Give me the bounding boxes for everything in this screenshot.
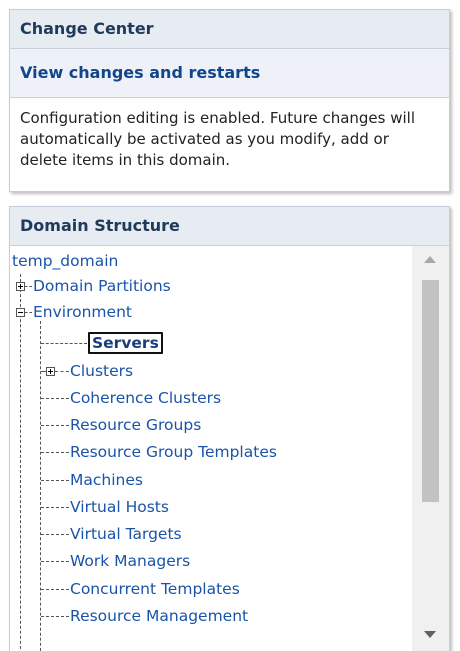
scrollbar-thumb[interactable] xyxy=(422,280,439,502)
tree-item-environment[interactable]: Environment xyxy=(33,303,132,321)
domain-structure-title: Domain Structure xyxy=(10,207,449,246)
tree-item-virtual-hosts[interactable]: Virtual Hosts xyxy=(70,498,169,516)
change-center-message: Configuration editing is enabled. Future… xyxy=(20,109,416,169)
expand-plus-icon[interactable] xyxy=(16,282,25,291)
tree-connector xyxy=(20,274,21,651)
view-changes-link[interactable]: View changes and restarts xyxy=(20,63,260,82)
tree-item-resource-groups[interactable]: Resource Groups xyxy=(70,416,201,434)
tree-item-work-managers[interactable]: Work Managers xyxy=(70,552,190,570)
change-center-panel: Change Center View changes and restarts … xyxy=(9,9,450,192)
tree-root-temp-domain[interactable]: temp_domain xyxy=(12,252,118,270)
scroll-up-arrow-icon[interactable] xyxy=(412,246,449,274)
tree-item-resource-group-templates[interactable]: Resource Group Templates xyxy=(70,443,277,461)
tree-item-coherence-clusters[interactable]: Coherence Clusters xyxy=(70,389,221,407)
tree-item-clusters[interactable]: Clusters xyxy=(70,362,133,380)
domain-tree: temp_domain Domain Partitions Environmen… xyxy=(10,246,415,651)
domain-structure-panel: Domain Structure temp_domain Domain Part… xyxy=(9,206,450,651)
tree-item-virtual-targets[interactable]: Virtual Targets xyxy=(70,525,182,543)
tree-item-concurrent-templates[interactable]: Concurrent Templates xyxy=(70,580,240,598)
tree-scrollbar[interactable] xyxy=(412,246,449,651)
expand-plus-icon[interactable] xyxy=(46,367,55,376)
change-center-link-row: View changes and restarts xyxy=(10,49,449,98)
tree-item-resource-management[interactable]: Resource Management xyxy=(70,607,248,625)
tree-item-servers[interactable]: Servers xyxy=(88,332,163,354)
tree-item-machines[interactable]: Machines xyxy=(70,471,143,489)
collapse-minus-icon[interactable] xyxy=(16,308,25,317)
tree-item-domain-partitions[interactable]: Domain Partitions xyxy=(33,277,171,295)
change-center-title: Change Center xyxy=(10,10,449,49)
scroll-down-arrow-icon[interactable] xyxy=(412,623,449,651)
